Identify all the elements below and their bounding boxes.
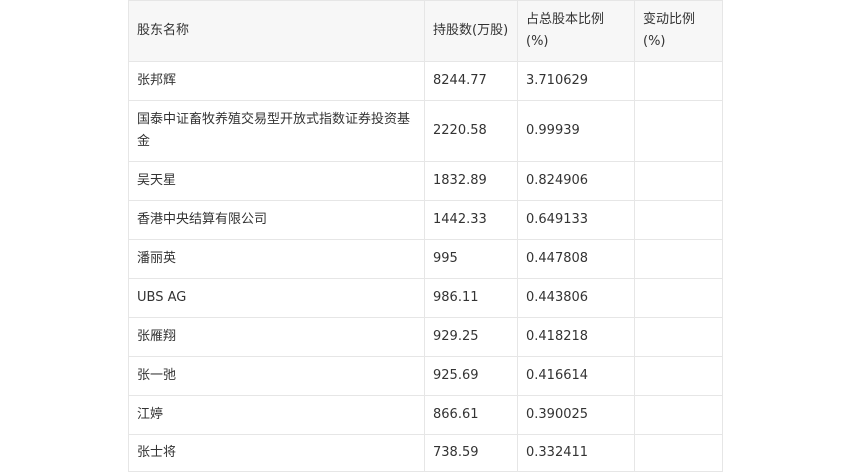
cell-shareholder-name: 张士将	[128, 434, 425, 472]
cell-share-ratio: 3.710629	[517, 61, 635, 101]
cell-change-ratio	[634, 161, 723, 201]
cell-shares-held: 929.25	[424, 317, 518, 357]
cell-shareholder-name: 吴天星	[128, 161, 425, 201]
cell-shares-held: 866.61	[424, 395, 518, 435]
cell-shareholder-name: 香港中央结算有限公司	[128, 200, 425, 240]
cell-shares-held: 8244.77	[424, 61, 518, 101]
header-share-ratio: 占总股本比例(%)	[517, 0, 635, 62]
table-row: 张一弛 925.69 0.416614	[128, 356, 723, 396]
cell-shares-held: 925.69	[424, 356, 518, 396]
cell-change-ratio	[634, 317, 723, 357]
cell-share-ratio: 0.99939	[517, 100, 635, 162]
header-shares-held: 持股数(万股)	[424, 0, 518, 62]
table-row: 吴天星 1832.89 0.824906	[128, 161, 723, 201]
cell-change-ratio	[634, 239, 723, 279]
cell-shareholder-name: 潘丽英	[128, 239, 425, 279]
cell-change-ratio	[634, 356, 723, 396]
cell-shares-held: 986.11	[424, 278, 518, 318]
cell-shareholder-name: 张一弛	[128, 356, 425, 396]
table-row: 国泰中证畜牧养殖交易型开放式指数证券投资基金 2220.58 0.99939	[128, 100, 723, 162]
cell-shareholder-name: 江婷	[128, 395, 425, 435]
cell-shareholder-name: UBS AG	[128, 278, 425, 318]
cell-share-ratio: 0.443806	[517, 278, 635, 318]
cell-change-ratio	[634, 434, 723, 472]
cell-shares-held: 2220.58	[424, 100, 518, 162]
cell-shareholder-name: 张雁翔	[128, 317, 425, 357]
header-change-ratio: 变动比例(%)	[634, 0, 723, 62]
shareholder-table-container: 股东名称 持股数(万股) 占总股本比例(%) 变动比例(%) 张邦辉 8244.…	[128, 0, 723, 472]
cell-share-ratio: 0.416614	[517, 356, 635, 396]
cell-share-ratio: 0.824906	[517, 161, 635, 201]
cell-share-ratio: 0.390025	[517, 395, 635, 435]
cell-share-ratio: 0.649133	[517, 200, 635, 240]
shareholder-table: 股东名称 持股数(万股) 占总股本比例(%) 变动比例(%) 张邦辉 8244.…	[128, 0, 723, 472]
table-row: UBS AG 986.11 0.443806	[128, 278, 723, 318]
cell-shares-held: 1832.89	[424, 161, 518, 201]
cell-shares-held: 738.59	[424, 434, 518, 472]
table-row: 张雁翔 929.25 0.418218	[128, 317, 723, 357]
cell-change-ratio	[634, 200, 723, 240]
cell-share-ratio: 0.332411	[517, 434, 635, 472]
table-header-row: 股东名称 持股数(万股) 占总股本比例(%) 变动比例(%)	[128, 0, 723, 62]
cell-change-ratio	[634, 61, 723, 101]
cell-change-ratio	[634, 278, 723, 318]
cell-change-ratio	[634, 395, 723, 435]
cell-shares-held: 995	[424, 239, 518, 279]
table-row: 张士将 738.59 0.332411	[128, 434, 723, 472]
table-row: 潘丽英 995 0.447808	[128, 239, 723, 279]
table-row: 香港中央结算有限公司 1442.33 0.649133	[128, 200, 723, 240]
cell-change-ratio	[634, 100, 723, 162]
table-row: 江婷 866.61 0.390025	[128, 395, 723, 435]
cell-shareholder-name: 国泰中证畜牧养殖交易型开放式指数证券投资基金	[128, 100, 425, 162]
table-row: 张邦辉 8244.77 3.710629	[128, 61, 723, 101]
cell-share-ratio: 0.447808	[517, 239, 635, 279]
header-shareholder-name: 股东名称	[128, 0, 425, 62]
cell-share-ratio: 0.418218	[517, 317, 635, 357]
cell-shares-held: 1442.33	[424, 200, 518, 240]
cell-shareholder-name: 张邦辉	[128, 61, 425, 101]
